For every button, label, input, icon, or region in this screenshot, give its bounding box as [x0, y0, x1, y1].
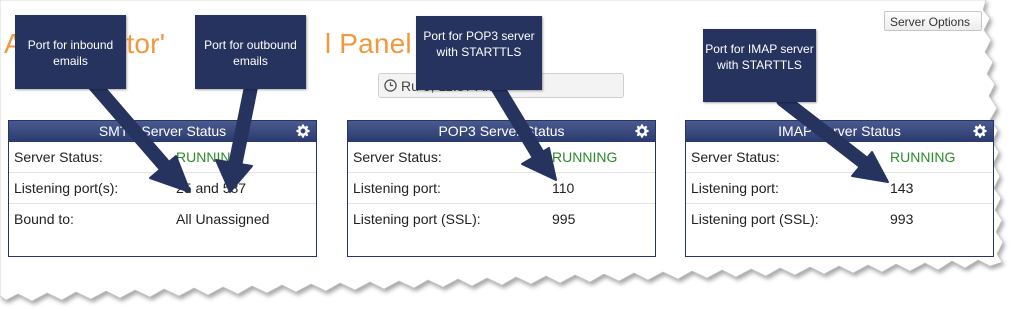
pop3-row-port: Listening port: 110 — [348, 173, 655, 204]
port-value: 143 — [890, 180, 914, 196]
row-label: Server Status: — [691, 149, 780, 165]
callout-inbound: Port for inbound emails — [15, 15, 126, 89]
callout-imap: Port for IMAP server with STARTTLS — [703, 29, 816, 102]
smtp-row-status: Server Status: RUNNING — [9, 142, 316, 173]
port-value: 110 — [552, 180, 575, 196]
row-label: Bound to: — [14, 211, 74, 227]
pop3-panel-title: POP3 Server Status — [438, 123, 565, 139]
port-ssl-value: 993 — [890, 211, 914, 227]
smtp-panel-header: SMTP Server Status — [9, 121, 316, 142]
gear-icon[interactable] — [296, 124, 310, 138]
pop3-status-panel: POP3 Server Status Server Status: RUNNIN… — [347, 120, 656, 257]
row-label: Server Status: — [353, 149, 442, 165]
row-label: Listening port: — [353, 180, 441, 196]
row-label: Listening port: — [691, 180, 779, 196]
row-label: Server Status: — [14, 149, 103, 165]
pop3-panel-header: POP3 Server Status — [348, 121, 655, 142]
port-ssl-value: 995 — [552, 211, 576, 227]
status-value: RUNNING — [176, 149, 242, 165]
clock-icon — [384, 79, 397, 92]
imap-row-status: Server Status: RUNNING — [686, 142, 993, 173]
row-label: Listening port (SSL): — [691, 211, 819, 227]
imap-row-port-ssl: Listening port (SSL): 993 — [686, 204, 993, 234]
ports-value: 25 and 587 — [176, 180, 247, 196]
status-value: RUNNING — [552, 149, 618, 165]
pop3-row-port-ssl: Listening port (SSL): 995 — [348, 204, 655, 234]
callout-outbound: Port for outbound emails — [195, 15, 306, 89]
smtp-panel-title: SMTP Server Status — [98, 123, 227, 139]
gear-icon[interactable] — [973, 124, 987, 138]
screenshot-stage: A rator' l Panel Server Options Ru 6, 11… — [0, 0, 1019, 311]
row-label: Listening port(s): — [14, 180, 119, 196]
smtp-row-ports: Listening port(s): 25 and 587 — [9, 173, 316, 204]
callout-pop3: Port for POP3 server with STARTTLS — [416, 16, 542, 90]
bound-value: All Unassigned — [176, 211, 270, 227]
server-options-button[interactable]: Server Options — [884, 11, 982, 31]
imap-status-panel: IMAP Server Status Server Status: RUNNIN… — [685, 120, 994, 257]
imap-panel-header: IMAP Server Status — [686, 121, 993, 142]
gear-icon[interactable] — [635, 124, 649, 138]
imap-row-port: Listening port: 143 — [686, 173, 993, 204]
pop3-row-status: Server Status: RUNNING — [348, 142, 655, 173]
row-label: Listening port (SSL): — [353, 211, 481, 227]
imap-panel-title: IMAP Server Status — [778, 123, 901, 139]
status-value: RUNNING — [890, 149, 956, 165]
smtp-row-bound: Bound to: All Unassigned — [9, 204, 316, 234]
smtp-status-panel: SMTP Server Status Server Status: RUNNIN… — [8, 120, 317, 257]
